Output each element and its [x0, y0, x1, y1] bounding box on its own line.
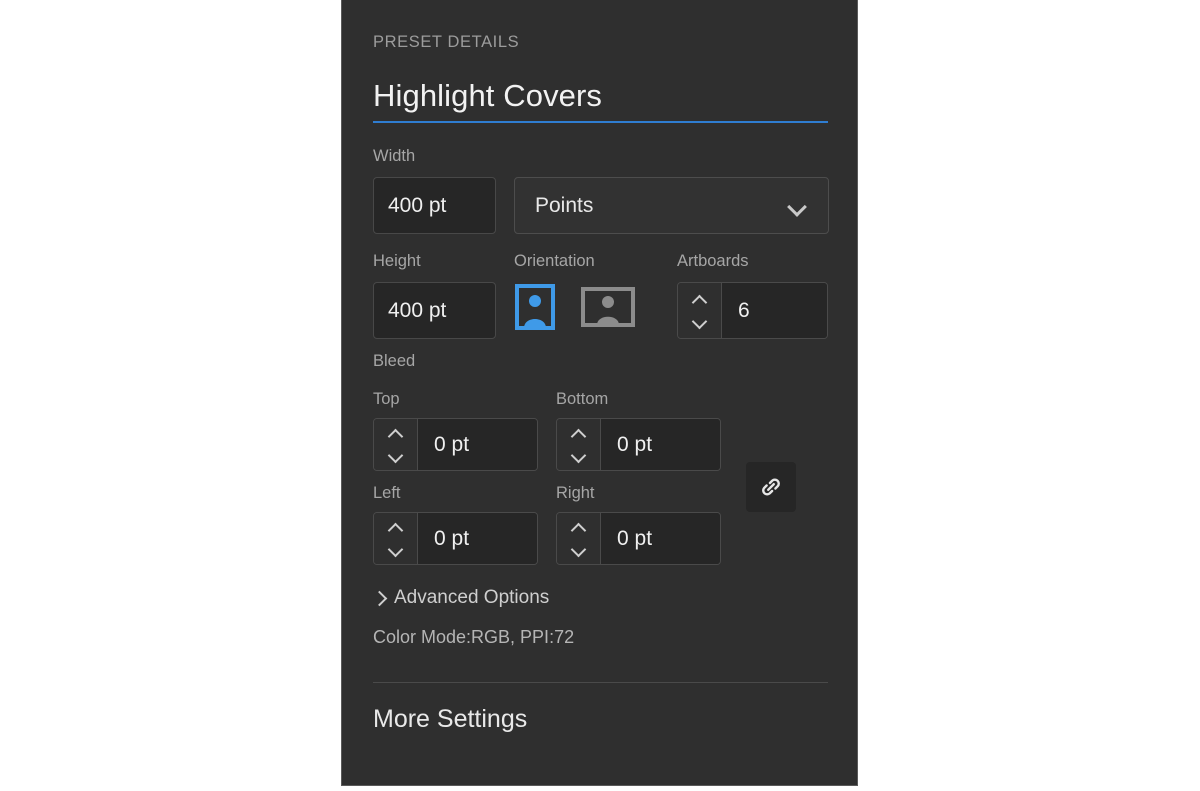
bleed-bottom-input[interactable]: 0 pt	[601, 419, 720, 470]
bleed-bottom-label: Bottom	[556, 390, 609, 408]
bleed-left-label: Left	[373, 484, 401, 502]
bleed-left-stepper[interactable]: 0 pt	[373, 512, 538, 565]
orientation-portrait-icon	[515, 284, 555, 330]
bleed-right-label: Right	[556, 484, 595, 502]
artboards-value: 6	[738, 298, 750, 322]
bleed-bottom-stepper-arrows[interactable]	[557, 419, 601, 470]
artboards-stepper-arrows[interactable]	[678, 283, 722, 338]
chevron-up-icon[interactable]	[388, 523, 404, 532]
chevron-up-icon[interactable]	[388, 429, 404, 438]
chevron-down-icon[interactable]	[388, 545, 404, 554]
units-select[interactable]: Points	[514, 177, 829, 234]
chevron-up-icon[interactable]	[571, 429, 587, 438]
screenshot-root: PRESET DETAILS Width 400 pt Points Heigh…	[0, 0, 1200, 791]
bleed-left-stepper-arrows[interactable]	[374, 513, 418, 564]
orientation-landscape-button[interactable]	[581, 284, 635, 330]
chevron-right-icon	[373, 591, 385, 605]
bleed-bottom-value: 0 pt	[617, 432, 653, 456]
bleed-right-value: 0 pt	[617, 526, 653, 550]
chevron-up-icon[interactable]	[571, 523, 587, 532]
bleed-top-value: 0 pt	[434, 432, 470, 456]
width-input[interactable]: 400 pt	[373, 177, 496, 234]
preset-name-underline	[373, 121, 828, 123]
bleed-link-toggle-button[interactable]	[746, 462, 796, 512]
height-input[interactable]: 400 pt	[373, 282, 496, 339]
width-label: Width	[373, 147, 416, 165]
chevron-down-icon[interactable]	[692, 317, 708, 326]
link-chain-icon	[762, 478, 780, 496]
orientation-label: Orientation	[514, 252, 595, 270]
preset-name-input[interactable]	[373, 74, 828, 118]
bleed-left-input[interactable]: 0 pt	[418, 513, 537, 564]
bleed-right-input[interactable]: 0 pt	[601, 513, 720, 564]
bleed-left-value: 0 pt	[434, 526, 470, 550]
artboards-label: Artboards	[677, 252, 749, 270]
footer-divider	[373, 682, 828, 683]
advanced-options-toggle[interactable]: Advanced Options	[373, 587, 549, 609]
bleed-label: Bleed	[373, 352, 416, 370]
bleed-top-label: Top	[373, 390, 400, 408]
chevron-down-icon[interactable]	[571, 545, 587, 554]
bleed-top-stepper-arrows[interactable]	[374, 419, 418, 470]
bleed-right-stepper-arrows[interactable]	[557, 513, 601, 564]
units-selected-value: Points	[535, 193, 594, 217]
orientation-portrait-button[interactable]	[515, 284, 555, 330]
preset-details-panel: PRESET DETAILS Width 400 pt Points Heigh…	[341, 0, 858, 786]
bleed-top-stepper[interactable]: 0 pt	[373, 418, 538, 471]
advanced-options-label: Advanced Options	[394, 587, 550, 608]
chevron-down-icon[interactable]	[571, 451, 587, 460]
bleed-top-input[interactable]: 0 pt	[418, 419, 537, 470]
height-value: 400 pt	[388, 298, 447, 322]
chevron-up-icon[interactable]	[692, 295, 708, 304]
chevron-down-icon	[788, 200, 806, 211]
preset-name-field-wrap	[373, 74, 828, 123]
artboards-input[interactable]: 6	[722, 283, 827, 338]
preset-details-caption: PRESET DETAILS	[373, 33, 520, 51]
more-settings-button[interactable]: More Settings	[373, 705, 527, 734]
chevron-down-icon[interactable]	[388, 451, 404, 460]
height-label: Height	[373, 252, 421, 270]
color-mode-summary: Color Mode:RGB, PPI:72	[373, 627, 575, 647]
bleed-bottom-stepper[interactable]: 0 pt	[556, 418, 721, 471]
orientation-landscape-icon	[581, 287, 635, 327]
width-value: 400 pt	[388, 193, 447, 217]
bleed-right-stepper[interactable]: 0 pt	[556, 512, 721, 565]
artboards-stepper[interactable]: 6	[677, 282, 828, 339]
